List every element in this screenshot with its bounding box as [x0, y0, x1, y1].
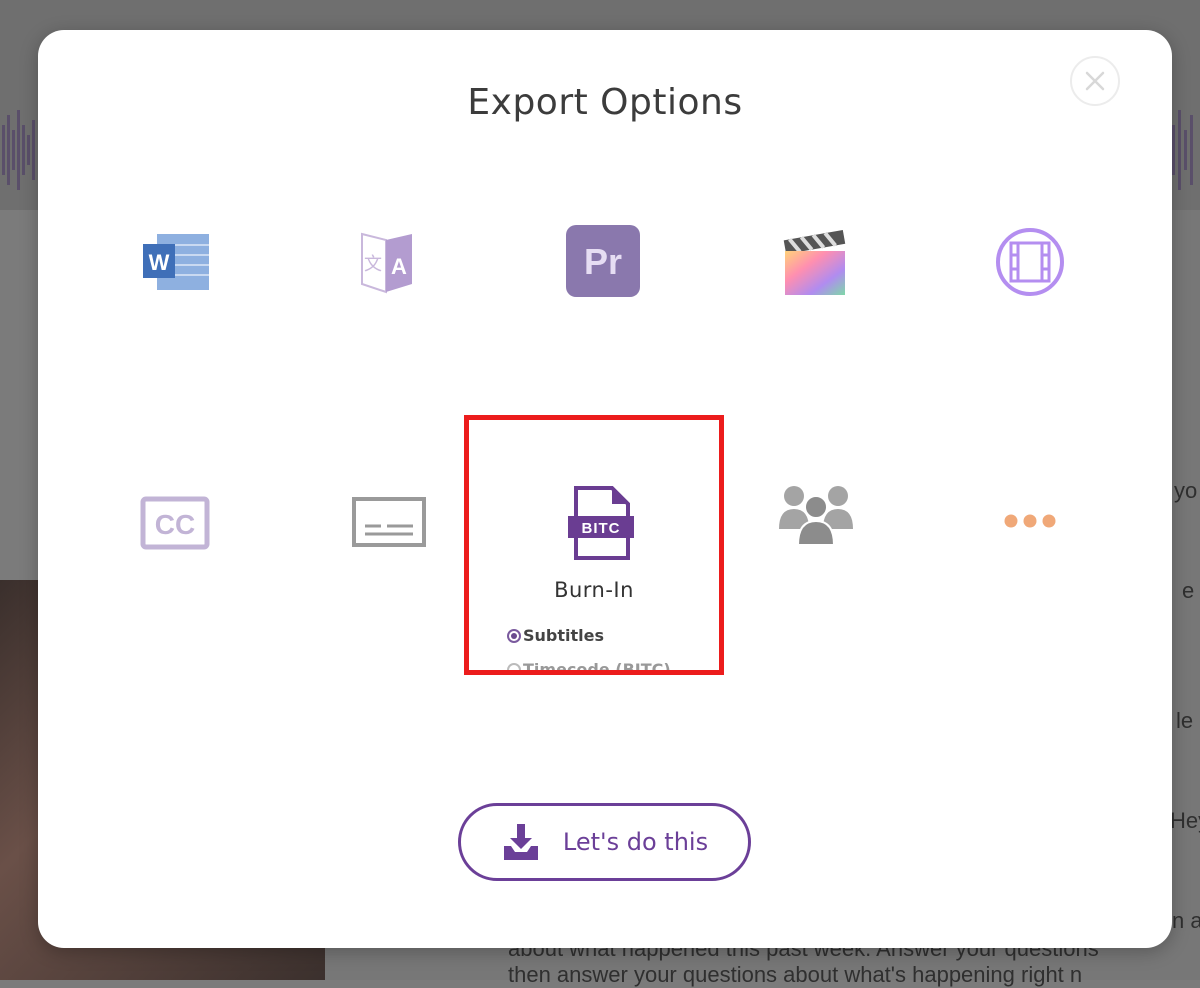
radio-timecode-label: Timecode (BITC)	[523, 660, 671, 675]
close-button[interactable]	[1070, 56, 1120, 106]
export-premiere-option[interactable]: Pr	[564, 223, 642, 299]
radio-timecode[interactable]: Timecode (BITC)	[507, 660, 671, 675]
bg-snippet: e	[1182, 578, 1195, 603]
svg-text:文: 文	[364, 254, 382, 275]
premiere-icon-text: Pr	[584, 241, 622, 282]
translate-icon: A 文	[361, 232, 412, 294]
export-subtitles-option[interactable]	[350, 494, 428, 550]
bg-snippet: yo	[1174, 478, 1198, 503]
waveform-right	[1172, 110, 1193, 190]
burn-in-file-icon: BITC	[568, 486, 634, 560]
radio-button-checked[interactable]	[507, 628, 521, 643]
download-tray-icon	[503, 824, 538, 860]
export-speakers-option[interactable]	[776, 482, 856, 548]
avid-film-icon	[996, 228, 1064, 296]
people-group-icon	[779, 486, 853, 546]
close-icon	[1085, 71, 1105, 91]
export-avid-option[interactable]	[994, 226, 1066, 298]
modal-title: Export Options	[467, 82, 743, 123]
svg-text:W: W	[149, 250, 170, 275]
bg-snippet: Hey	[1170, 808, 1200, 833]
bg-snippet: le	[1176, 708, 1194, 733]
more-options-button[interactable]	[1000, 508, 1060, 534]
svg-text:A: A	[391, 254, 407, 279]
radio-subtitles-label: Subtitles	[523, 626, 605, 645]
lets-do-this-button[interactable]: Let's do this	[458, 803, 751, 881]
export-closed-captions-option[interactable]: CC	[138, 492, 212, 554]
export-final-cut-option[interactable]	[780, 226, 850, 298]
premiere-pro-icon: Pr	[566, 225, 640, 297]
export-options-modal: Export Options W A 文 Pr CC BITC Burn-In …	[38, 30, 1172, 948]
radio-subtitles[interactable]: Subtitles	[507, 626, 604, 645]
radio-button-unchecked[interactable]	[507, 662, 521, 670]
closed-captions-icon: CC	[140, 496, 210, 550]
more-dots-icon	[1004, 514, 1056, 528]
bg-snippet: n a	[1172, 908, 1200, 933]
word-document-icon: W	[143, 234, 209, 290]
bg-snippet: then answer your questions about what's …	[508, 962, 1083, 987]
action-button-label: Let's do this	[562, 828, 709, 856]
export-translate-option[interactable]: A 文	[353, 225, 423, 297]
waveform-left	[2, 110, 35, 190]
svg-text:BITC: BITC	[582, 520, 621, 537]
subtitles-icon	[352, 497, 426, 547]
final-cut-pro-icon	[783, 229, 846, 295]
svg-text:CC: CC	[155, 509, 195, 540]
burn-in-label: Burn-In	[554, 578, 634, 602]
export-word-option[interactable]: W	[138, 225, 214, 297]
burn-in-option[interactable]: BITC Burn-In Subtitles Timecode (BITC)	[464, 415, 724, 675]
